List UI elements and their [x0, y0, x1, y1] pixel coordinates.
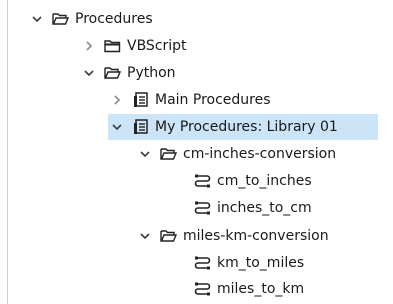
procedure-icon: [194, 200, 211, 216]
tree-node-label: Main Procedures: [155, 92, 271, 108]
tree-node-label: Procedures: [75, 11, 153, 27]
tree-node-km-to-miles[interactable]: km_to_miles: [194, 250, 304, 276]
open-folder-icon: [160, 146, 177, 162]
tree-node-main-procedures[interactable]: Main Procedures: [110, 87, 271, 113]
open-folder-icon: [104, 65, 121, 81]
chevron-right-icon[interactable]: [110, 93, 124, 107]
chevron-down-icon[interactable]: [30, 12, 44, 26]
tree-node-vbscript[interactable]: VBScript: [82, 33, 187, 59]
library-icon: [132, 119, 149, 135]
tree-node-cm-inches-conversion[interactable]: cm-inches-conversion: [138, 141, 336, 167]
tree-node-my-procedures[interactable]: My Procedures: Library 01: [108, 114, 378, 140]
folder-icon: [104, 38, 121, 54]
tree-node-miles-km-conversion[interactable]: miles-km-conversion: [138, 223, 329, 249]
tree-node-inches-to-cm[interactable]: inches_to_cm: [194, 195, 312, 221]
tree-node-label: inches_to_cm: [217, 200, 312, 216]
tree-node-label: VBScript: [127, 38, 187, 54]
tree-node-label: km_to_miles: [217, 255, 305, 271]
chevron-down-icon[interactable]: [110, 120, 124, 134]
open-folder-icon: [52, 11, 69, 27]
procedure-icon: [194, 281, 211, 297]
tree-node-label: My Procedures: Library 01: [155, 119, 338, 135]
tree-node-label: cm-inches-conversion: [183, 146, 337, 162]
tree-node-label: Python: [127, 65, 176, 81]
procedure-icon: [194, 255, 211, 271]
procedure-icon: [194, 173, 211, 189]
chevron-right-icon[interactable]: [82, 39, 96, 53]
tree-node-cm-to-inches[interactable]: cm_to_inches: [194, 168, 312, 194]
tree-node-procedures[interactable]: Procedures: [30, 6, 153, 32]
open-folder-icon: [160, 228, 177, 244]
tree-node-python[interactable]: Python: [82, 60, 176, 86]
procedures-tree: Procedures VBScript Python Main Procedur…: [0, 0, 393, 304]
chevron-down-icon[interactable]: [82, 66, 96, 80]
tree-node-label: miles-km-conversion: [183, 228, 329, 244]
tree-node-label: cm_to_inches: [217, 173, 312, 189]
chevron-down-icon[interactable]: [138, 229, 152, 243]
tree-node-miles-to-km[interactable]: miles_to_km: [194, 276, 304, 302]
tree-node-label: miles_to_km: [217, 281, 305, 297]
library-icon: [132, 92, 149, 108]
chevron-down-icon[interactable]: [138, 147, 152, 161]
